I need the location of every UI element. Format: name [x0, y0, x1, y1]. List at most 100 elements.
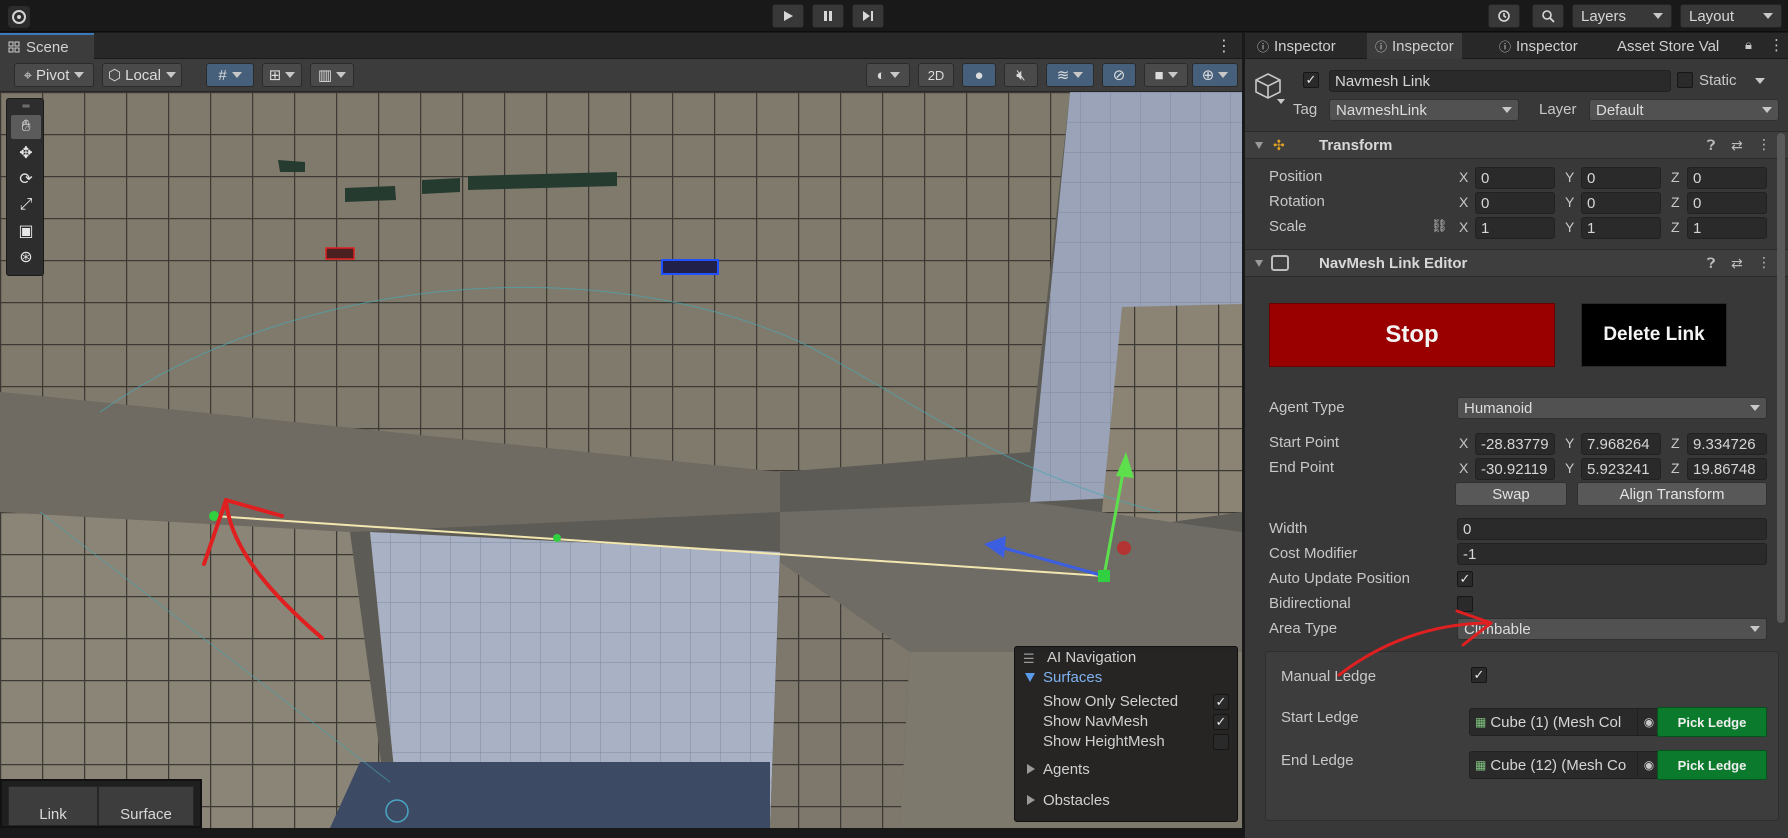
scale-tool-icon[interactable]: ⤢ [11, 193, 41, 217]
play-button[interactable] [772, 4, 804, 28]
ruler-button[interactable]: ▥ [310, 63, 354, 87]
search-button[interactable] [1532, 4, 1564, 28]
layout-dropdown[interactable]: Layout [1680, 4, 1782, 28]
tab-scene[interactable]: Scene [0, 33, 94, 59]
width-field[interactable]: 0 [1457, 518, 1767, 540]
more-options-icon[interactable]: ⋮ [1757, 136, 1771, 153]
position-x-field[interactable]: 0 [1475, 167, 1555, 189]
scene-visibility-toggle[interactable]: ⊘ [1102, 63, 1136, 87]
presets-icon[interactable]: ⇄ [1731, 255, 1743, 272]
tab-asset-store[interactable]: Asset Store Val [1609, 33, 1729, 59]
rotate-tool-icon[interactable]: ⟳ [11, 167, 41, 191]
chevron-down-icon[interactable] [1277, 99, 1285, 104]
pause-button[interactable] [812, 4, 844, 28]
chevron-down-icon[interactable] [1755, 78, 1765, 84]
active-checkbox[interactable]: ✓ [1303, 72, 1319, 88]
surface-tab-button[interactable]: Surface [98, 786, 194, 826]
triangle-right-icon[interactable] [1027, 795, 1035, 805]
effects-toggle[interactable]: ≋ [1046, 63, 1094, 87]
cost-modifier-field[interactable]: -1 [1457, 543, 1767, 565]
chevron-down-icon [285, 72, 296, 78]
pivot-dropdown[interactable]: ⌖ Pivot [14, 63, 94, 87]
more-options-icon[interactable]: ⋮ [1769, 36, 1784, 54]
scale-x-field[interactable]: 1 [1475, 217, 1555, 239]
layer-dropdown[interactable]: Default [1589, 99, 1779, 121]
stop-button[interactable]: Stop [1269, 303, 1555, 367]
presets-icon[interactable]: ⇄ [1731, 137, 1743, 154]
start-ledge-field[interactable]: ▦ Cube (1) (Mesh Col [1469, 708, 1645, 736]
tab-inspector-2[interactable]: ⓘ Inspector [1367, 33, 1462, 59]
rotation-z-field[interactable]: 0 [1687, 192, 1767, 214]
rotation-x-field[interactable]: 0 [1475, 192, 1555, 214]
end-point-z-field[interactable]: 19.86748 [1687, 458, 1767, 480]
drag-handle-icon[interactable]: ☰ [1023, 651, 1035, 667]
pause-icon [824, 11, 832, 21]
agents-foldout[interactable]: Agents [1043, 761, 1090, 778]
scene-tabbar: Scene ⋮ [0, 33, 1242, 59]
object-name-field[interactable]: Navmesh Link [1329, 70, 1671, 92]
static-checkbox[interactable] [1677, 72, 1693, 88]
rotation-y-field[interactable]: 0 [1581, 192, 1661, 214]
help-icon[interactable]: ❓︎ [1707, 137, 1715, 154]
mode-2d-button[interactable]: 2D [918, 63, 954, 87]
show-only-selected-checkbox[interactable]: ✓ [1213, 694, 1229, 710]
step-button[interactable] [852, 4, 884, 28]
gizmos-button[interactable]: ⊕ [1192, 63, 1238, 87]
agent-type-dropdown[interactable]: Humanoid [1457, 397, 1767, 419]
tab-inspector-1[interactable]: ⓘ Inspector [1249, 33, 1344, 59]
info-icon: ⓘ [1257, 39, 1270, 54]
navmesh-link-editor-header[interactable]: NavMesh Link Editor ❓︎ ⇄ ⋮ [1245, 249, 1788, 277]
position-z-field[interactable]: 0 [1687, 167, 1767, 189]
inspector-scrollbar[interactable] [1777, 133, 1785, 623]
delete-link-button[interactable]: Delete Link [1581, 303, 1727, 367]
triangle-down-icon[interactable] [1025, 673, 1035, 682]
lighting-toggle[interactable]: ● [962, 63, 996, 87]
help-icon[interactable]: ❓︎ [1707, 255, 1715, 272]
shading-mode-button[interactable]: ◐ [866, 63, 910, 87]
grid-snap-button[interactable]: # [206, 63, 254, 87]
scale-y-field[interactable]: 1 [1581, 217, 1661, 239]
more-options-icon[interactable]: ⋮ [1216, 36, 1232, 56]
pick-ledge-label: Pick Ledge [1677, 757, 1747, 773]
play-icon [784, 11, 793, 21]
scale-z-field[interactable]: 1 [1687, 217, 1767, 239]
ruler-icon: ▥ [317, 67, 333, 84]
drag-handle-icon[interactable]: ═ [11, 101, 41, 112]
link-tab-button[interactable]: Link [8, 786, 98, 826]
history-button[interactable] [1488, 4, 1520, 28]
start-pick-ledge-button[interactable]: Pick Ledge [1657, 707, 1767, 737]
surfaces-foldout[interactable]: Surfaces [1043, 669, 1102, 686]
transform-tool-icon[interactable]: ⊛ [11, 245, 41, 269]
constrain-proportions-icon[interactable]: ⛓︎ [1431, 218, 1448, 234]
unity-logo-icon[interactable] [8, 6, 30, 28]
lock-icon[interactable]: 🔒︎ [1745, 37, 1752, 53]
position-y-field[interactable]: 0 [1581, 167, 1661, 189]
rect-tool-icon[interactable]: ▣ [11, 219, 41, 243]
hand-tool-icon[interactable]: ✋︎ [11, 115, 41, 139]
end-pick-ledge-button[interactable]: Pick Ledge [1657, 750, 1767, 780]
move-tool-icon[interactable]: ✥ [11, 141, 41, 165]
audio-toggle[interactable]: 🔇︎ [1004, 63, 1038, 87]
start-point-x-field[interactable]: -28.83779 [1475, 433, 1555, 455]
annotation-arrow [1337, 609, 1493, 677]
show-navmesh-checkbox[interactable]: ✓ [1213, 714, 1229, 730]
start-point-z-field[interactable]: 9.334726 [1687, 433, 1767, 455]
obstacles-foldout[interactable]: Obstacles [1043, 792, 1110, 809]
snap-increment-button[interactable]: ⊞ [262, 63, 302, 87]
local-dropdown[interactable]: ⬡ Local [102, 63, 182, 87]
more-options-icon[interactable]: ⋮ [1757, 254, 1771, 271]
end-point-x-field[interactable]: -30.92119 [1475, 458, 1555, 480]
tab-inspector-3[interactable]: ⓘ Inspector [1491, 33, 1586, 59]
end-point-y-field[interactable]: 5.923241 [1581, 458, 1661, 480]
tag-dropdown[interactable]: NavmeshLink [1329, 99, 1519, 121]
layers-dropdown[interactable]: Layers [1572, 4, 1672, 28]
start-point-label: Start Point [1269, 434, 1340, 451]
show-heightmesh-checkbox[interactable] [1213, 734, 1229, 750]
start-point-y-field[interactable]: 7.968264 [1581, 433, 1661, 455]
swap-button[interactable]: Swap [1455, 482, 1567, 506]
align-transform-button[interactable]: Align Transform [1577, 482, 1767, 506]
triangle-right-icon[interactable] [1027, 764, 1035, 774]
camera-settings-button[interactable]: ■ [1144, 63, 1188, 87]
end-ledge-field[interactable]: ▦ Cube (12) (Mesh Co [1469, 751, 1645, 779]
transform-header[interactable]: ✣ Transform ❓︎ ⇄ ⋮ [1245, 131, 1788, 159]
